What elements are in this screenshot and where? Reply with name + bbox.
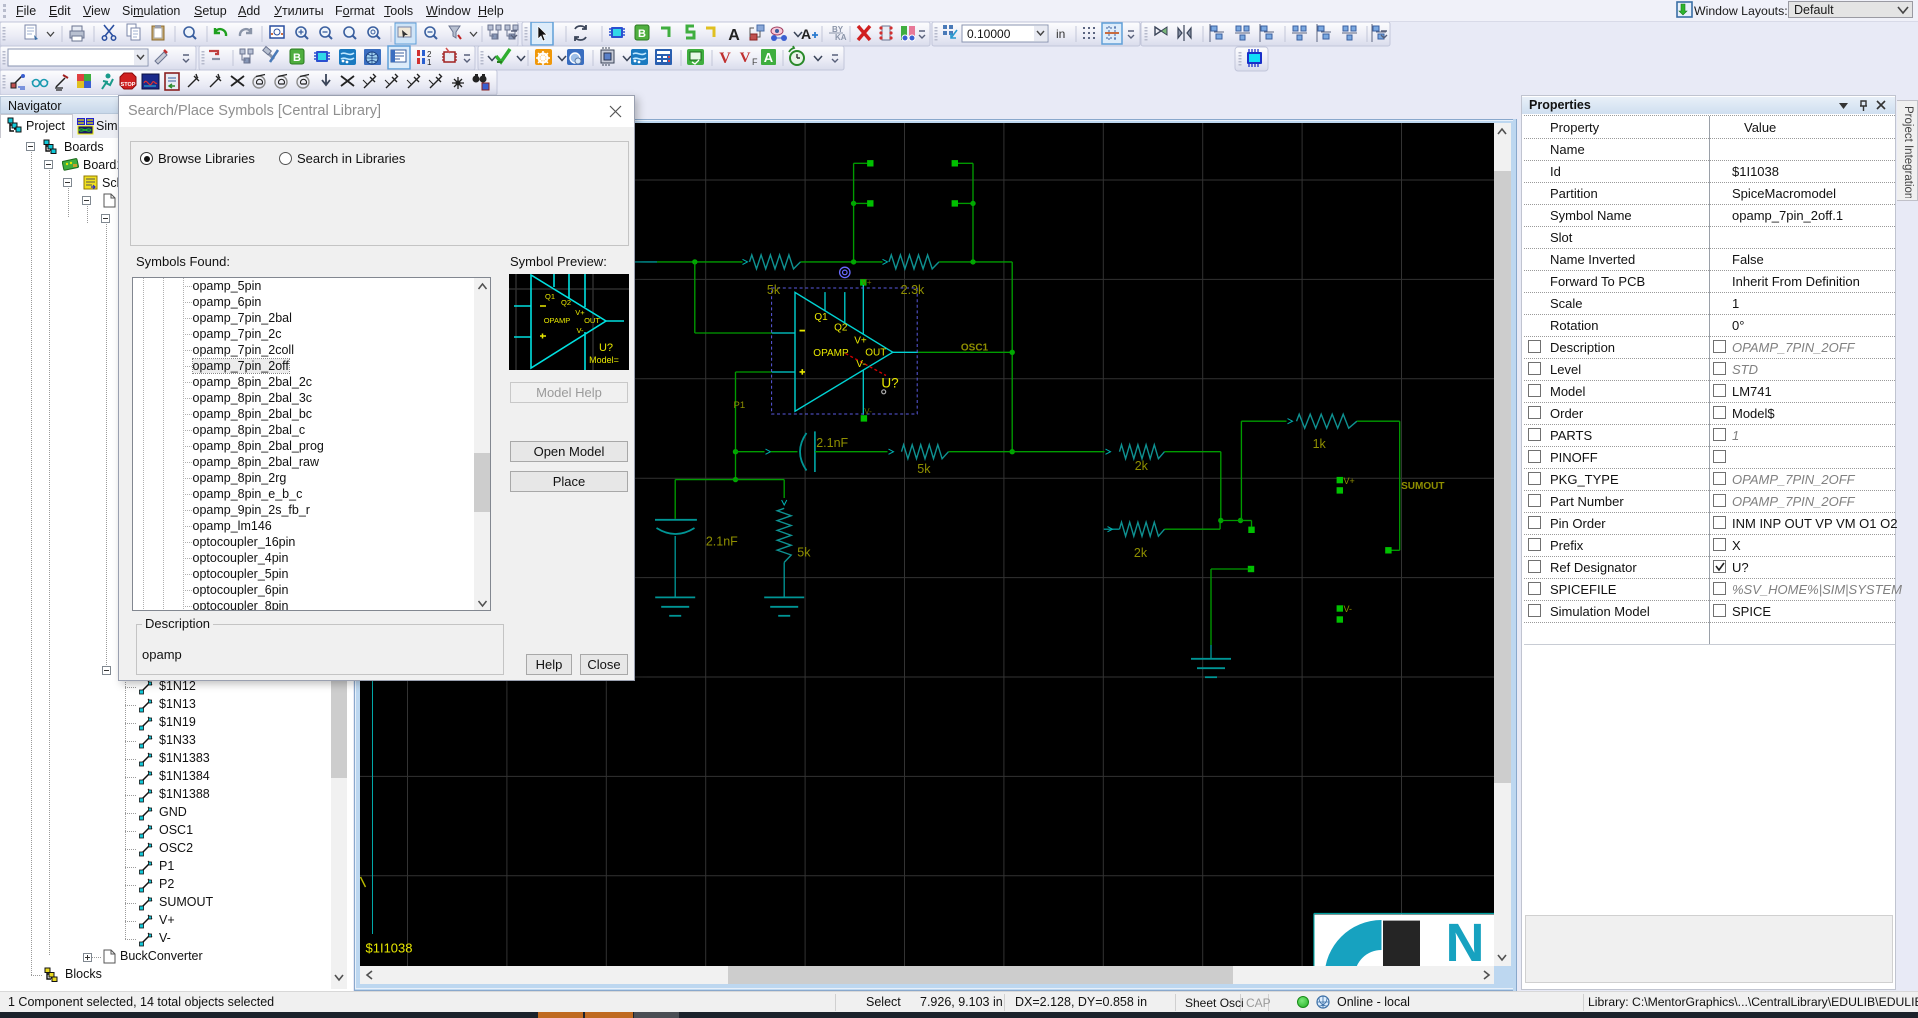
- svg-text:A: A: [801, 26, 811, 42]
- svg-text:OPAMP: OPAMP: [544, 316, 571, 325]
- svg-text:V: V: [740, 50, 751, 66]
- svg-text:Model=: Model=: [589, 355, 619, 365]
- svg-text:2.3k: 2.3k: [900, 283, 924, 297]
- svg-text:KA: KA: [835, 33, 847, 42]
- svg-text:V+: V+: [1343, 476, 1354, 486]
- svg-text:Q2: Q2: [834, 323, 848, 334]
- svg-text:N: N: [1445, 913, 1484, 966]
- svg-text:1k: 1k: [1312, 437, 1326, 451]
- svg-text:U?: U?: [599, 342, 613, 354]
- svg-text:A: A: [764, 50, 774, 65]
- svg-text:in: in: [1056, 27, 1065, 41]
- svg-text:B: B: [638, 28, 646, 40]
- svg-text:2k: 2k: [1133, 546, 1147, 560]
- svg-text:0.10000: 0.10000: [967, 27, 1011, 41]
- svg-text:Q1: Q1: [545, 292, 555, 301]
- svg-text:$1I1038: $1I1038: [365, 941, 412, 956]
- svg-text:F: F: [752, 57, 758, 67]
- svg-text:1: 1: [427, 58, 432, 67]
- svg-text:P1: P1: [733, 400, 745, 411]
- svg-text:5k: 5k: [797, 546, 811, 560]
- svg-text:OUT: OUT: [865, 348, 886, 359]
- svg-text:U?: U?: [881, 376, 898, 391]
- svg-text:2.1nF: 2.1nF: [705, 535, 737, 549]
- svg-text:B: B: [293, 52, 301, 64]
- svg-text:V: V: [719, 50, 731, 67]
- svg-text:5k: 5k: [766, 283, 780, 297]
- svg-text:V+: V+: [861, 278, 871, 287]
- svg-text:2k: 2k: [1134, 459, 1148, 473]
- svg-text:V+: V+: [854, 336, 867, 347]
- svg-text:OUT: OUT: [584, 316, 600, 325]
- svg-text:OPAMP: OPAMP: [813, 348, 849, 359]
- svg-text:A: A: [728, 27, 740, 44]
- svg-text:Q2: Q2: [561, 298, 571, 307]
- svg-text:V-: V-: [856, 359, 865, 370]
- svg-text:OSC1: OSC1: [960, 343, 988, 354]
- svg-text:V-: V-: [864, 407, 872, 416]
- svg-text:V-: V-: [576, 326, 584, 335]
- svg-text:2.1nF: 2.1nF: [816, 436, 848, 450]
- svg-text:SUMOUT: SUMOUT: [1401, 481, 1444, 492]
- svg-text:5k: 5k: [917, 462, 931, 476]
- svg-text:STOP: STOP: [121, 82, 136, 88]
- svg-text:V-: V-: [1343, 604, 1352, 614]
- svg-text:Q1: Q1: [814, 312, 828, 323]
